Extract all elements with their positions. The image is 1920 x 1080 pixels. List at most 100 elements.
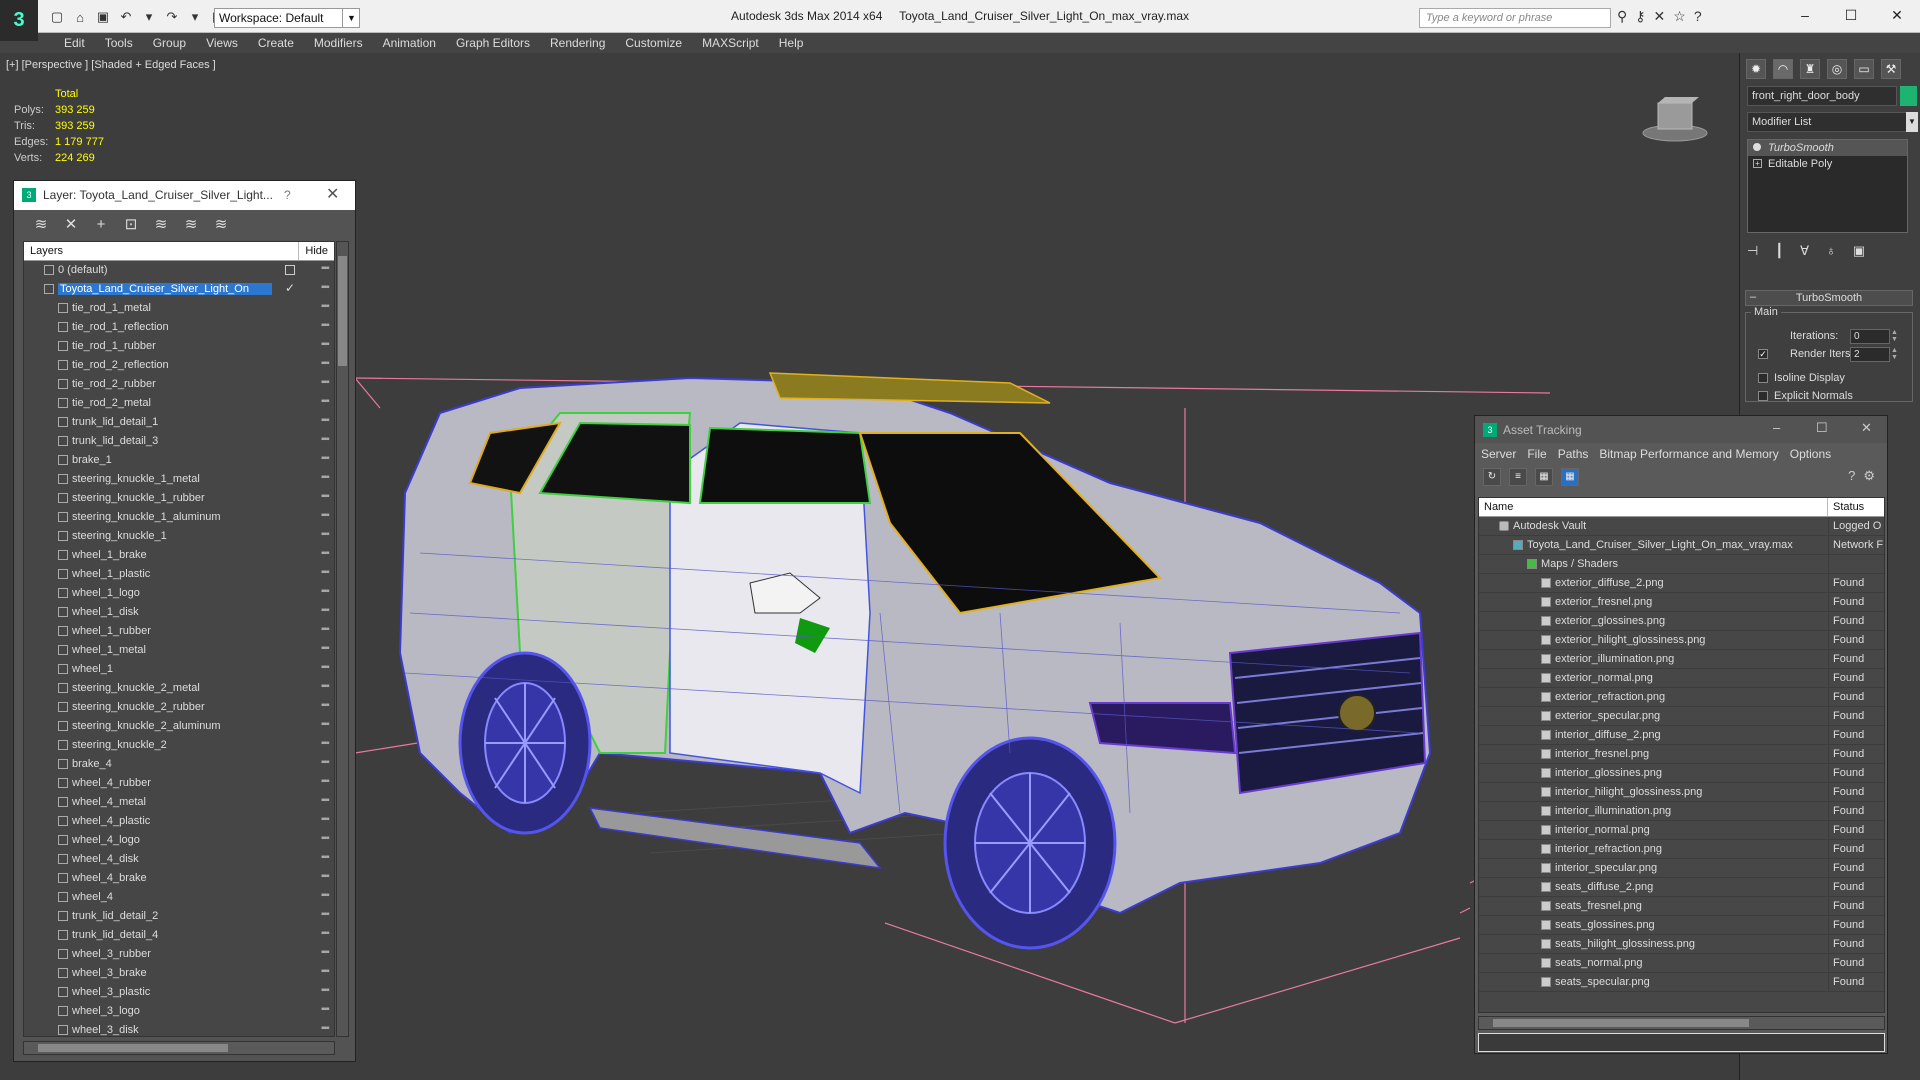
asset-row[interactable]: seats_specular.png Found <box>1479 973 1884 992</box>
object-color-swatch[interactable] <box>1900 86 1917 106</box>
hide-toggle-icon[interactable]: ▪▪▪ <box>321 529 330 540</box>
layer-object-row[interactable]: steering_knuckle_1_aluminum ▪▪▪ <box>24 508 334 527</box>
asset-row[interactable]: seats_fresnel.png Found <box>1479 897 1884 916</box>
stack-item-turbosmooth[interactable]: TurboSmooth <box>1748 140 1907 156</box>
layer-object-row[interactable]: tie_rod_1_rubber ▪▪▪ <box>24 337 334 356</box>
undo-icon[interactable]: ↶ <box>117 8 135 26</box>
asset-row[interactable]: Autodesk Vault Logged O <box>1479 517 1884 536</box>
hide-toggle-icon[interactable]: ▪▪▪ <box>321 1004 330 1015</box>
close-icon[interactable]: ✕ <box>1861 420 1872 436</box>
hide-toggle-icon[interactable]: ▪▪▪ <box>321 738 330 749</box>
close-icon[interactable]: ✕ <box>326 184 339 204</box>
menu-options[interactable]: Options <box>1790 447 1831 461</box>
asset-row[interactable]: interior_normal.png Found <box>1479 821 1884 840</box>
menu-maxscript[interactable]: MAXScript <box>692 36 769 50</box>
new-file-icon[interactable]: ▢ <box>48 8 66 26</box>
layer-dialog-titlebar[interactable]: 3 Layer: Toyota_Land_Cruiser_Silver_Ligh… <box>14 181 355 210</box>
horizontal-scrollbar[interactable] <box>23 1041 335 1055</box>
hide-toggle-icon[interactable]: ▪▪▪ <box>321 776 330 787</box>
asset-row[interactable]: exterior_refraction.png Found <box>1479 688 1884 707</box>
table-view-icon[interactable]: ▦ <box>1561 468 1579 486</box>
layer-object-row[interactable]: tie_rod_2_metal ▪▪▪ <box>24 394 334 413</box>
hide-toggle-icon[interactable]: ▪▪▪ <box>321 833 330 844</box>
asset-row[interactable]: seats_diffuse_2.png Found <box>1479 878 1884 897</box>
undo-dropdown-icon[interactable]: ▾ <box>140 8 158 26</box>
hide-toggle-icon[interactable]: ▪▪▪ <box>321 548 330 559</box>
menu-paths[interactable]: Paths <box>1558 447 1589 461</box>
hierarchy-tab-icon[interactable]: ♜ <box>1800 59 1820 79</box>
hide-toggle-icon[interactable]: ▪▪▪ <box>321 643 330 654</box>
hide-toggle-icon[interactable]: ▪▪▪ <box>321 567 330 578</box>
menu-edit[interactable]: Edit <box>54 36 95 50</box>
layer-object-row[interactable]: tie_rod_1_reflection ▪▪▪ <box>24 318 334 337</box>
hide-layers-icon[interactable]: ≋ <box>182 215 200 233</box>
hide-toggle-icon[interactable]: ▪▪▪ <box>321 909 330 920</box>
asset-row[interactable]: exterior_hilight_glossiness.png Found <box>1479 631 1884 650</box>
render-iters-spinner[interactable]: 2 <box>1850 346 1890 362</box>
help-button[interactable]: ? <box>284 188 291 202</box>
asset-row[interactable]: interior_diffuse_2.png Found <box>1479 726 1884 745</box>
asset-path-field[interactable] <box>1478 1033 1885 1052</box>
asset-row[interactable]: interior_fresnel.png Found <box>1479 745 1884 764</box>
menu-group[interactable]: Group <box>143 36 196 50</box>
viewcube[interactable] <box>1640 93 1710 143</box>
layer-object-row[interactable]: wheel_3_disk ▪▪▪ <box>24 1021 334 1036</box>
menu-customize[interactable]: Customize <box>615 36 692 50</box>
hide-toggle-icon[interactable]: ▪▪▪ <box>321 282 330 293</box>
layer-object-row[interactable]: tie_rod_2_reflection ▪▪▪ <box>24 356 334 375</box>
add-layer-icon[interactable]: + <box>92 216 110 233</box>
make-unique-icon[interactable]: ∀ <box>1800 243 1809 259</box>
redo-icon[interactable]: ↷ <box>163 8 181 26</box>
layer-object-row[interactable]: trunk_lid_detail_4 ▪▪▪ <box>24 926 334 945</box>
hide-toggle-icon[interactable]: ▪▪▪ <box>321 586 330 597</box>
chevron-down-icon[interactable]: ▼ <box>342 8 360 28</box>
workspace-dropdown[interactable]: Workspace: Default <box>214 8 360 28</box>
hide-toggle-icon[interactable]: ▪▪▪ <box>321 301 330 312</box>
menu-graph-editors[interactable]: Graph Editors <box>446 36 540 50</box>
hide-toggle-icon[interactable]: ▪▪▪ <box>321 814 330 825</box>
rollout-header[interactable]: – TurboSmooth <box>1745 290 1913 306</box>
hide-toggle-icon[interactable]: ▪▪▪ <box>321 339 330 350</box>
stack-item-editable-poly[interactable]: + Editable Poly <box>1748 156 1907 172</box>
hide-toggle-icon[interactable]: ▪▪▪ <box>321 681 330 692</box>
asset-row[interactable]: exterior_glossines.png Found <box>1479 612 1884 631</box>
column-hide[interactable]: Hide <box>299 242 334 260</box>
isoline-checkbox[interactable] <box>1758 373 1768 383</box>
lightbulb-icon[interactable] <box>1753 143 1761 151</box>
layer-object-row[interactable]: wheel_4_metal ▪▪▪ <box>24 793 334 812</box>
asset-row[interactable]: Maps / Shaders <box>1479 555 1884 574</box>
object-name-input[interactable]: front_right_door_body <box>1747 86 1897 106</box>
help-icon[interactable]: ? <box>1848 468 1855 484</box>
column-layers[interactable]: Layers <box>24 242 300 260</box>
minimize-icon[interactable]: – <box>1782 0 1828 30</box>
hide-toggle-icon[interactable]: ▪▪▪ <box>321 871 330 882</box>
layer-row-active[interactable]: Toyota_Land_Cruiser_Silver_Light_On ✓ ▪▪▪ <box>24 280 334 299</box>
layer-object-row[interactable]: wheel_1_brake ▪▪▪ <box>24 546 334 565</box>
hide-toggle-icon[interactable]: ▪▪▪ <box>321 795 330 806</box>
asset-dialog-titlebar[interactable]: 3 Asset Tracking – ☐ ✕ <box>1475 416 1887 443</box>
hide-toggle-icon[interactable]: ▪▪▪ <box>321 624 330 635</box>
create-tab-icon[interactable]: ✹ <box>1746 59 1766 79</box>
list-view-icon[interactable]: ≡ <box>1509 468 1527 486</box>
layer-list-icon[interactable]: ≋ <box>32 215 50 233</box>
current-layer-checkbox[interactable] <box>285 265 295 275</box>
remove-modifier-icon[interactable]: ♁ <box>1826 243 1836 259</box>
asset-row[interactable]: seats_glossines.png Found <box>1479 916 1884 935</box>
minimize-icon[interactable]: – <box>1773 420 1780 435</box>
layer-object-row[interactable]: trunk_lid_detail_3 ▪▪▪ <box>24 432 334 451</box>
asset-row[interactable]: interior_illumination.png Found <box>1479 802 1884 821</box>
favorites-icon[interactable]: ☆ <box>1673 8 1686 25</box>
scrollbar-thumb[interactable] <box>38 1044 228 1052</box>
menu-views[interactable]: Views <box>196 36 248 50</box>
layer-object-row[interactable]: wheel_3_rubber ▪▪▪ <box>24 945 334 964</box>
asset-row[interactable]: seats_normal.png Found <box>1479 954 1884 973</box>
explicit-normals-checkbox[interactable] <box>1758 391 1768 401</box>
layer-object-row[interactable]: wheel_3_logo ▪▪▪ <box>24 1002 334 1021</box>
hide-toggle-icon[interactable]: ▪▪▪ <box>321 966 330 977</box>
hide-toggle-icon[interactable]: ▪▪▪ <box>321 605 330 616</box>
hide-toggle-icon[interactable]: ▪▪▪ <box>321 358 330 369</box>
viewport-label[interactable]: [+] [Perspective ] [Shaded + Edged Faces… <box>6 59 216 71</box>
layer-object-row[interactable]: wheel_1_rubber ▪▪▪ <box>24 622 334 641</box>
maximize-icon[interactable]: ☐ <box>1828 0 1874 30</box>
exchange-icon[interactable]: ✕ <box>1654 8 1666 25</box>
